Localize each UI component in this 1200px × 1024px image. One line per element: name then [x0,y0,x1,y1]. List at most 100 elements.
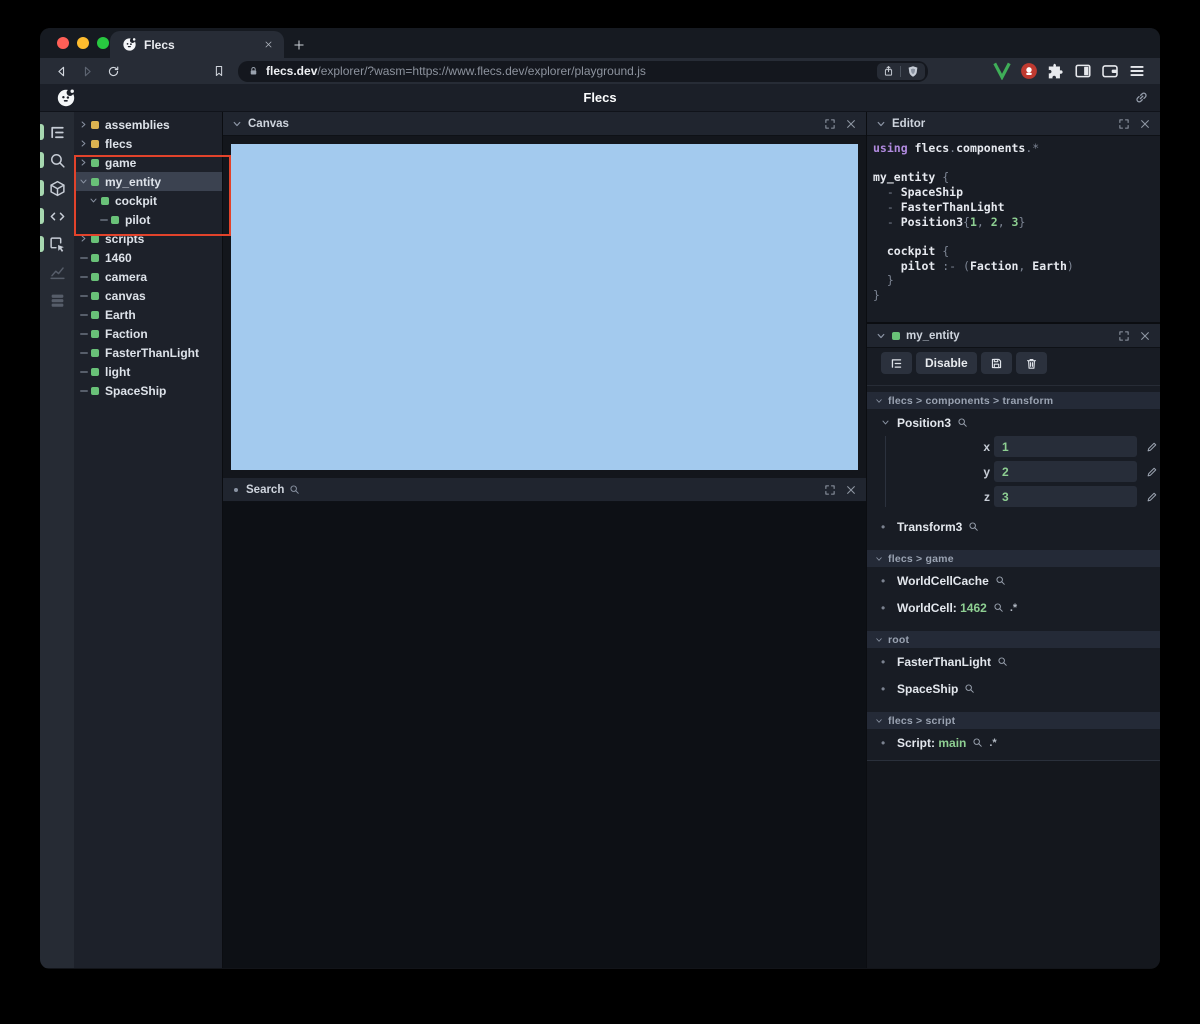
close-panel-icon[interactable] [1139,118,1151,130]
pencil-icon[interactable] [1146,466,1158,478]
component-WorldCell[interactable]: • WorldCell: 1462 .* [867,594,1160,621]
puzzle-icon[interactable] [1047,62,1065,80]
section-header[interactable]: flecs > components > transform [867,392,1160,409]
magnifier-icon[interactable] [968,521,979,532]
menu-icon[interactable] [1128,62,1146,80]
tree-item-assemblies[interactable]: assemblies [74,115,222,134]
component-Position3[interactable]: Position3 [867,409,1160,436]
z-input[interactable]: 3 [994,486,1137,507]
new-tab-button[interactable] [284,31,314,58]
browser-tab[interactable]: Flecs [110,31,284,58]
forward-icon[interactable] [76,60,98,82]
tree-item-label: assemblies [105,117,170,132]
fullscreen-icon[interactable] [824,484,836,496]
tree-item-SpaceShip[interactable]: SpaceShip [74,381,222,400]
y-input[interactable]: 2 [994,461,1137,482]
back-icon[interactable] [50,60,72,82]
tree-filter-button[interactable] [881,352,912,374]
component-Script[interactable]: • Script: main .* [867,729,1160,756]
tree-item-flecs[interactable]: flecs [74,134,222,153]
magnifier-icon[interactable] [997,656,1008,667]
flecs-logo-icon[interactable] [56,88,76,108]
tree-item-Earth[interactable]: Earth [74,305,222,324]
section-header[interactable]: root [867,631,1160,648]
fullscreen-icon[interactable] [824,118,836,130]
tool-search[interactable] [40,146,74,174]
editor-code[interactable]: using flecs.components.* my_entity { - S… [867,136,1160,322]
close-panel-icon[interactable] [845,118,857,130]
share-icon[interactable] [883,65,894,77]
component-Transform3[interactable]: • Transform3 [867,513,1160,540]
tool-code[interactable] [40,202,74,230]
url-actions [877,62,925,80]
magnifier-icon[interactable] [964,683,975,694]
close-window-button[interactable] [57,37,69,49]
pencil-icon[interactable] [1146,491,1158,503]
fullscreen-icon[interactable] [1118,118,1130,130]
close-panel-icon[interactable] [1139,330,1151,342]
chevron-right-icon[interactable] [79,120,88,129]
tree-item-Faction[interactable]: Faction [74,324,222,343]
render-canvas[interactable] [231,144,858,470]
chevron-down-icon[interactable] [232,119,242,129]
chevron-down-icon[interactable] [89,196,98,205]
component-SpaceShip[interactable]: • SpaceShip [867,675,1160,702]
chevron-down-icon[interactable] [876,119,886,129]
link-icon[interactable] [1134,90,1149,105]
chevron-down-icon[interactable] [79,177,88,186]
search-panel-body[interactable] [223,502,866,968]
v-extension-icon[interactable] [993,62,1011,80]
component-WorldCellCache[interactable]: • WorldCellCache [867,567,1160,594]
tree-item-1460[interactable]: 1460 [74,248,222,267]
chevron-right-icon[interactable] [79,139,88,148]
magnifier-icon[interactable] [289,484,300,495]
active-indicator [40,180,44,196]
section-header[interactable]: flecs > script [867,712,1160,729]
close-panel-icon[interactable] [845,484,857,496]
tree-item-light[interactable]: light [74,362,222,381]
tool-cube[interactable] [40,174,74,202]
code-line: - SpaceShip [873,185,964,200]
tree-item-scripts[interactable]: scripts [74,229,222,248]
wallet-icon[interactable] [1101,62,1119,80]
tab-close-icon[interactable] [260,37,276,53]
tree-item-canvas[interactable]: canvas [74,286,222,305]
tree-item-cockpit[interactable]: cockpit [74,191,222,210]
delete-button[interactable] [1015,352,1047,374]
disable-button[interactable]: Disable [916,352,977,374]
section-header[interactable]: flecs > game [867,550,1160,567]
tool-rows[interactable] [40,286,74,314]
tree-item-pilot[interactable]: pilot [74,210,222,229]
tool-inspect[interactable] [40,230,74,258]
tree-item-camera[interactable]: camera [74,267,222,286]
tree-item-my_entity[interactable]: my_entity [74,172,222,191]
magnifier-icon[interactable] [972,737,983,748]
tool-tree-view[interactable] [40,118,74,146]
fullscreen-icon[interactable] [1118,330,1130,342]
minimize-window-button[interactable] [77,37,89,49]
bookmark-icon[interactable] [208,60,230,82]
tool-chart[interactable] [40,258,74,286]
zoom-window-button[interactable] [97,37,109,49]
magnifier-icon[interactable] [995,575,1006,586]
canvas-panel-title: Canvas [248,117,289,130]
reload-icon[interactable] [102,60,124,82]
url-bar[interactable]: flecs.dev /explorer/?wasm=https://www.fl… [238,60,928,82]
x-input[interactable]: 1 [994,436,1137,457]
wildcard-suffix: .* [989,736,997,749]
component-FasterThanLight[interactable]: • FasterThanLight [867,648,1160,675]
adblock-extension-icon[interactable] [1020,62,1038,80]
magnifier-icon[interactable] [993,602,1004,613]
inspector-sections: flecs > components > transform Position3 x… [867,392,1160,760]
brave-shield-icon[interactable] [907,65,919,78]
chevron-right-icon[interactable] [79,234,88,243]
tree-item-game[interactable]: game [74,153,222,172]
chevron-down-icon[interactable] [876,331,886,341]
leaf-dash-icon [79,275,88,278]
save-button[interactable] [980,352,1012,374]
tree-item-FasterThanLight[interactable]: FasterThanLight [74,343,222,362]
magnifier-icon[interactable] [957,417,968,428]
chevron-right-icon[interactable] [79,158,88,167]
sidepanel-icon[interactable] [1074,62,1092,80]
pencil-icon[interactable] [1146,441,1158,453]
